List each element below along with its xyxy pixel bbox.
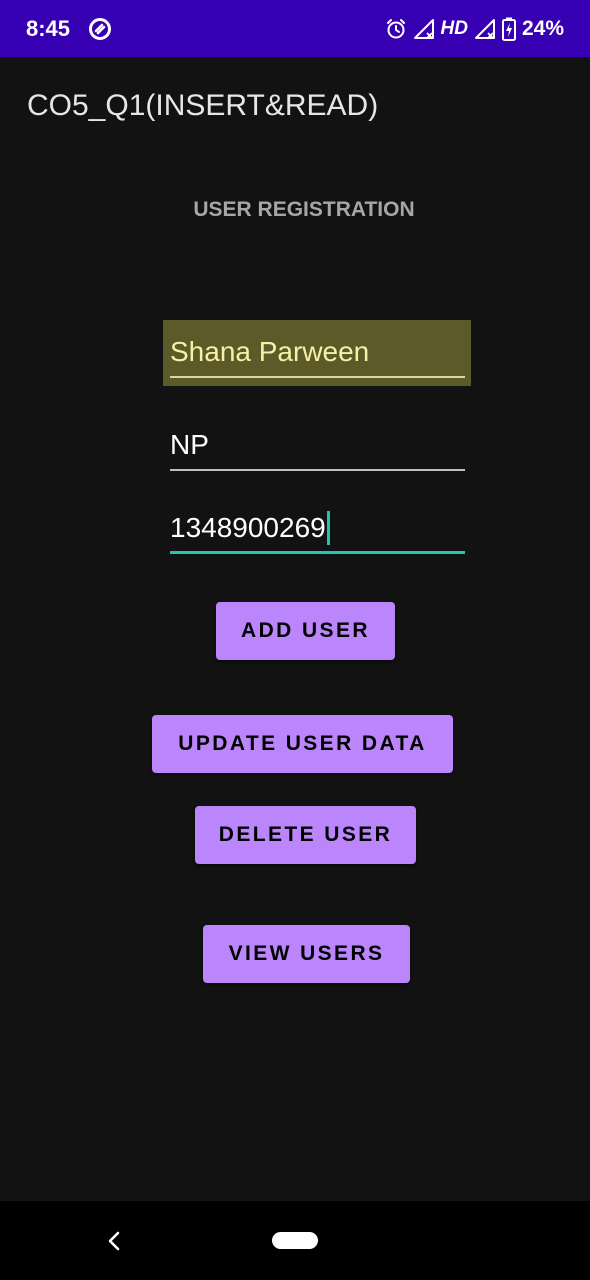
battery-level: 24% (521, 17, 564, 40)
phone-field-value: 1348900269 (170, 510, 330, 546)
status-bar: 8:45 HD 24% (0, 0, 590, 57)
view-users-button[interactable]: VIEW USERS (203, 925, 410, 983)
email-field-underline (170, 469, 465, 471)
phone-field-underline (170, 551, 465, 554)
battery-charging-icon (501, 17, 516, 41)
update-user-data-button[interactable]: UPDATE USER DATA (152, 715, 453, 773)
signal-icon (413, 19, 434, 39)
phone-field-text: 1348900269 (170, 512, 326, 543)
form-heading: USER REGISTRATION (193, 198, 415, 221)
status-icons: HD 24% (385, 14, 564, 44)
name-field-value: Shana Parween (170, 336, 370, 367)
name-field[interactable]: Shana Parween (170, 326, 465, 378)
navigation-bar (0, 1201, 590, 1280)
phone-field[interactable]: 1348900269 (170, 502, 465, 554)
back-icon[interactable] (104, 1229, 124, 1253)
delete-user-button[interactable]: DELETE USER (195, 806, 416, 864)
app-title: CO5_Q1(INSERT&READ) (27, 89, 379, 122)
app-bar: CO5_Q1(INSERT&READ) (0, 57, 590, 157)
alarm-icon (386, 19, 405, 39)
email-field[interactable]: NP (170, 419, 465, 471)
add-user-button[interactable]: ADD USER (216, 602, 395, 660)
text-cursor (326, 510, 330, 545)
signal-icon (474, 19, 495, 39)
home-pill-icon[interactable] (272, 1232, 318, 1249)
app-notification-icon (89, 18, 111, 40)
name-field-underline (170, 376, 465, 378)
email-field-value: NP (170, 429, 209, 460)
status-time: 8:45 (26, 16, 71, 41)
hd-indicator: HD (440, 18, 468, 39)
